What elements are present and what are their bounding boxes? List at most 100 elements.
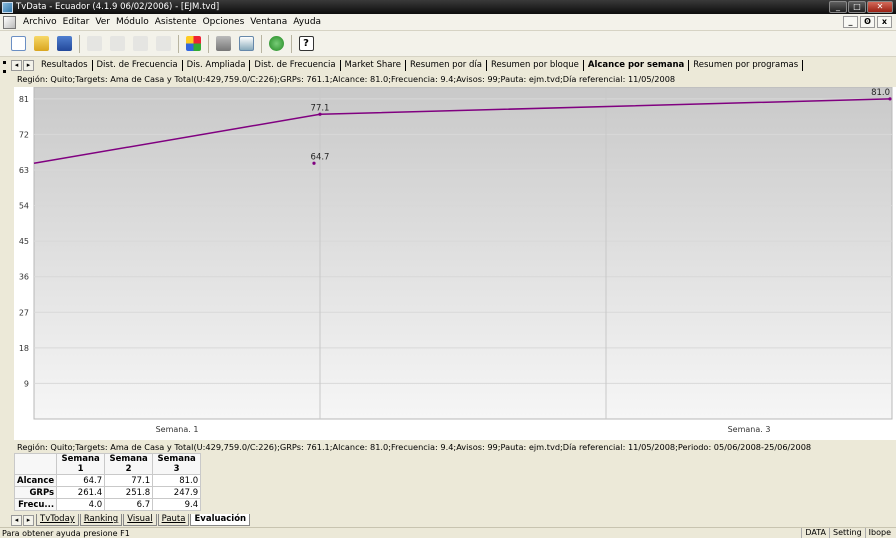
module-icon[interactable] [183,34,203,54]
table-header: Semana 2 [104,453,154,475]
tab-tvtoday[interactable]: TvToday [36,514,79,526]
status-panel-data: DATA [801,528,829,538]
table-cell: 4.0 [56,498,106,511]
menu-ayuda[interactable]: Ayuda [290,17,324,27]
table-header: Semana 3 [152,453,202,475]
table-cell: 261.4 [56,486,106,499]
close-button[interactable]: ✕ [867,1,893,13]
menu-asistente[interactable]: Asistente [152,17,200,27]
table-header: Semana 1 [56,453,106,475]
mdi-controls: _ ʘ x [843,16,892,28]
menu-ver[interactable]: Ver [92,17,113,27]
chart-svg: 9 18 27 36 45 54 63 72 81 Semana. 1 Semana. 3 64.7 7… [19,87,893,434]
menu-modulo[interactable]: Módulo [113,17,152,27]
table-cell: 247.9 [152,486,202,499]
module-tabs: ◂ ▸ TvToday Ranking Visual Pauta Evaluac… [11,513,251,526]
x-tick-label: Semana. 1 [156,425,199,434]
find-icon[interactable] [153,34,173,54]
menu-ventana[interactable]: Ventana [247,17,290,27]
maximize-button[interactable]: □ [848,1,866,13]
mdi-restore-button[interactable]: ʘ [860,16,875,28]
mdi-close-button[interactable]: x [877,16,892,28]
table-cell: 64.7 [56,474,106,487]
window-titlebar: TvData - Ecuador (4.1.9 06/02/2006) - [E… [0,0,896,14]
menu-opciones[interactable]: Opciones [200,17,248,27]
open-folder-icon[interactable] [31,34,51,54]
statusbar: Para obtener ayuda presione F1 DATA Sett… [0,527,896,538]
status-panels: DATA Setting Ibope [801,528,894,538]
y-tick-label: 27 [19,308,29,317]
table-row: Alcance 64.7 77.1 81.0 [13,474,202,487]
tab-dis-ampliada[interactable]: Dis. Ampliada [183,60,251,71]
tab-pauta[interactable]: Pauta [157,514,190,526]
info-line-top: Región: Quito;Targets: Ama de Casa y Tot… [17,74,676,84]
help-icon[interactable]: ? [296,34,316,54]
tab-dist-frecuencia[interactable]: Dist. de Frecuencia [93,60,183,71]
y-tick-label: 72 [19,130,29,139]
tab-resumen-bloque[interactable]: Resumen por bloque [487,60,584,71]
app-icon [2,1,13,13]
table-cell: 81.0 [152,474,202,487]
tab-resumen-dia[interactable]: Resumen por día [406,60,487,71]
y-tick-label: 9 [24,379,29,388]
menu-editar[interactable]: Editar [60,17,93,27]
y-tick-label: 81 [19,95,29,104]
data-label: 64.7 [311,152,330,162]
menu-archivo[interactable]: Archivo [20,17,60,27]
report-tabs: ◂ ▸ Resultados Dist. de Frecuencia Dis. … [11,59,804,72]
print-preview-icon[interactable] [236,34,256,54]
y-tick-label: 54 [19,202,29,211]
copy-icon[interactable] [107,34,127,54]
tab-market-share[interactable]: Market Share [341,60,406,71]
row-label-grps: GRPs [13,486,58,499]
module-tabs-scroll-right-button[interactable]: ▸ [23,515,34,526]
reach-chart: 9 18 27 36 45 54 63 72 81 Semana. 1 Semana. 3 64.7 7… [14,87,896,440]
strip-dot [3,61,6,64]
module-tabs-scroll-left-button[interactable]: ◂ [11,515,22,526]
tabs-scroll-left-button[interactable]: ◂ [11,60,22,71]
table-cell: 6.7 [104,498,154,511]
status-help-text: Para obtener ayuda presione F1 [2,528,130,538]
window-controls: _ □ ✕ [829,1,893,13]
table-cell: 251.8 [104,486,154,499]
window-title: TvData - Ecuador (4.1.9 06/02/2006) - [E… [16,2,220,12]
left-side-strip [0,57,11,514]
toolbar: ? [0,31,896,57]
tabs-scroll-right-button[interactable]: ▸ [23,60,34,71]
tab-visual[interactable]: Visual [123,514,157,526]
tab-dist-frecuencia-2[interactable]: Dist. de Frecuencia [250,60,341,71]
print-icon[interactable] [213,34,233,54]
data-label: 77.1 [311,103,330,113]
data-point [312,161,316,165]
table-corner [13,453,58,475]
tab-alcance-semana[interactable]: Alcance por semana [584,60,690,71]
save-icon[interactable] [54,34,74,54]
toolbar-separator [79,34,80,53]
tab-ranking[interactable]: Ranking [79,514,123,526]
plot-area [33,87,893,420]
paste-icon[interactable] [130,34,150,54]
cut-icon[interactable] [84,34,104,54]
tab-resumen-programas[interactable]: Resumen por programas [689,60,804,71]
row-label-frecuencia: Frecu... [13,498,58,511]
table-row: GRPs 261.4 251.8 247.9 [13,486,202,499]
toolbar-separator [208,34,209,53]
menubar: Archivo Editar Ver Módulo Asistente Opci… [0,14,896,31]
table-row: Frecu... 4.0 6.7 9.4 [13,498,202,511]
minimize-button[interactable]: _ [829,1,847,13]
document-icon[interactable] [3,15,16,29]
tab-evaluacion[interactable]: Evaluación [190,514,251,526]
toolbar-separator [291,34,292,53]
x-tick-label: Semana. 3 [728,425,771,434]
table-cell: 9.4 [152,498,202,511]
new-document-icon[interactable] [8,34,28,54]
mdi-minimize-button[interactable]: _ [843,16,858,28]
y-tick-label: 45 [19,237,29,246]
refresh-icon[interactable] [266,34,286,54]
row-label-alcance: Alcance [13,474,58,487]
status-panel-setting: Setting [829,528,865,538]
y-tick-label: 36 [19,273,29,282]
table-cell: 77.1 [104,474,154,487]
summary-table: Semana 1 Semana 2 Semana 3 Alcance 64.7 … [13,453,202,511]
tab-resultados[interactable]: Resultados [37,60,93,71]
